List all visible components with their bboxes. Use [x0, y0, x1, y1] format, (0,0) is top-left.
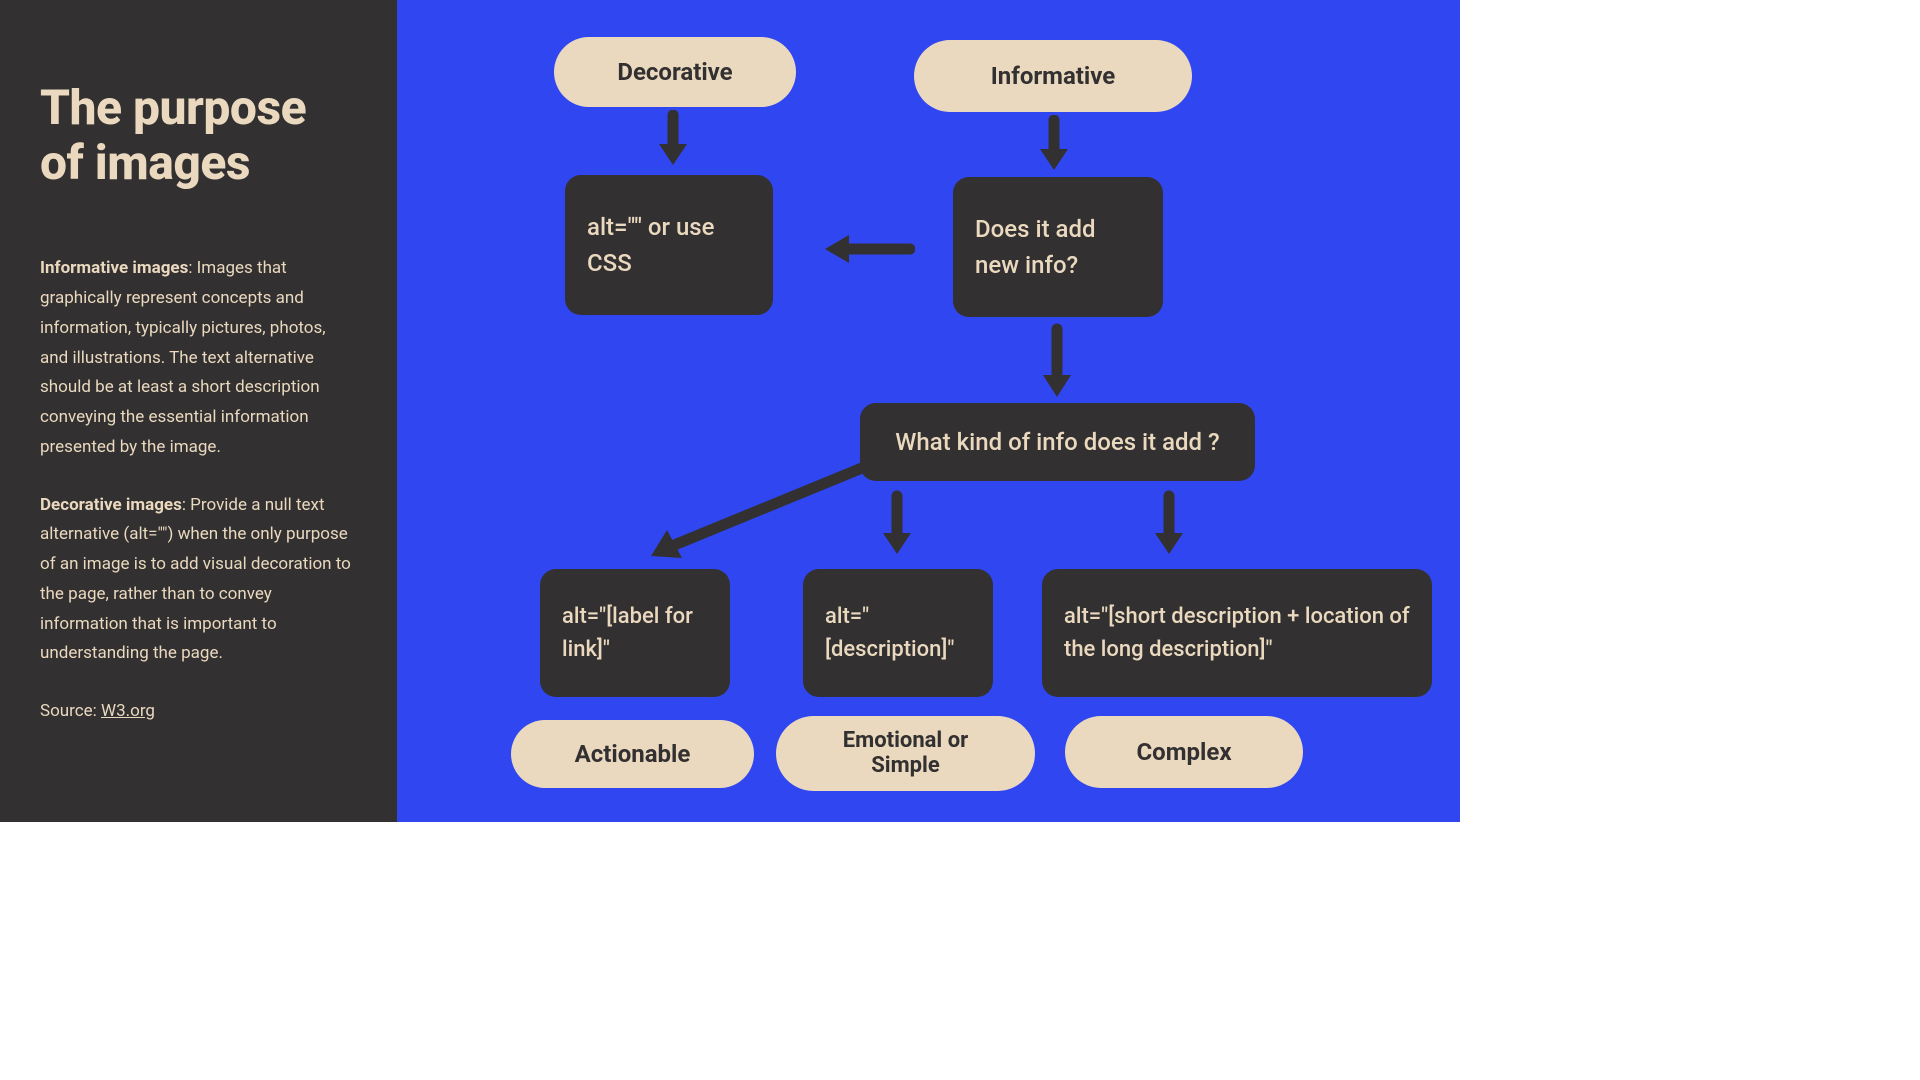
informative-label: Informative images — [40, 258, 188, 278]
decorative-label: Decorative images — [40, 495, 182, 515]
informative-text: : Images that graphically represent conc… — [40, 258, 326, 457]
source-paragraph: Source: W3.org — [40, 697, 357, 727]
arrow-down-icon — [1149, 490, 1189, 560]
page-title: The purpose of images — [40, 80, 357, 190]
pill-informative: Informative — [914, 40, 1192, 112]
pill-emotional: Emotional or Simple — [776, 716, 1035, 791]
arrow-down-icon — [653, 110, 693, 170]
box-emotional-alt: alt="[description]" — [803, 569, 993, 697]
box-what-kind: What kind of info does it add ? — [860, 403, 1255, 481]
arrow-down-icon — [1037, 323, 1077, 403]
pill-actionable: Actionable — [511, 720, 754, 788]
arrow-down-icon — [1034, 115, 1074, 175]
decorative-paragraph: Decorative images: Provide a null text a… — [40, 491, 357, 670]
decorative-text: : Provide a null text alternative (alt="… — [40, 495, 351, 664]
box-actionable-alt: alt="[label for link]" — [540, 569, 730, 697]
box-add-info: Does it add new info? — [953, 177, 1163, 317]
box-alt-empty: alt="" or use CSS — [565, 175, 773, 315]
diagram-canvas: Decorative Informative alt="" or use CSS… — [397, 0, 1460, 822]
arrow-left-icon — [815, 229, 915, 269]
source-label: Source: — [40, 701, 101, 721]
pill-decorative: Decorative — [554, 37, 796, 107]
arrow-diagonal-icon — [637, 458, 877, 568]
informative-paragraph: Informative images: Images that graphica… — [40, 254, 357, 462]
pill-complex: Complex — [1065, 716, 1303, 788]
source-link[interactable]: W3.org — [101, 701, 155, 721]
sidebar: The purpose of images Informative images… — [0, 0, 397, 822]
arrow-down-icon — [877, 490, 917, 560]
box-complex-alt: alt="[short description + location of th… — [1042, 569, 1432, 697]
